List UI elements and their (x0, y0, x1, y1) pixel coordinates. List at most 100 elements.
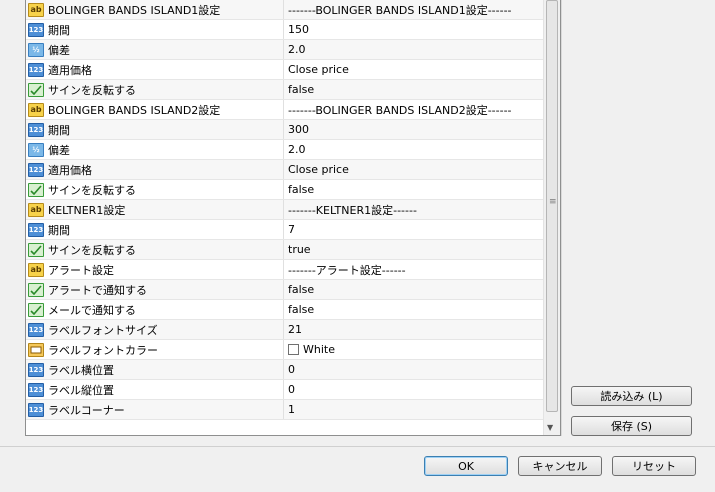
parameter-value-cell[interactable]: true (284, 240, 544, 259)
parameter-value-cell[interactable]: false (284, 80, 544, 99)
parameter-row[interactable]: 123 ラベルフォントサイズ 21 (26, 320, 544, 340)
parameter-value[interactable]: false (288, 183, 314, 196)
parameter-name: ラベルフォントサイズ (48, 323, 158, 337)
parameter-value[interactable]: 21 (288, 323, 302, 336)
parameter-row[interactable]: 123 ラベル横位置 0 (26, 360, 544, 380)
parameter-name-cell: ab KELTNER1設定 (26, 200, 284, 219)
parameter-value[interactable]: 2.0 (288, 143, 306, 156)
parameter-row[interactable]: アラートで通知する false (26, 280, 544, 300)
parameter-value[interactable]: false (288, 83, 314, 96)
cancel-button[interactable]: キャンセル (518, 456, 602, 476)
parameter-value[interactable]: 7 (288, 223, 295, 236)
string-type-icon: ab (28, 102, 44, 117)
integer-type-icon: 123 (28, 62, 44, 77)
parameter-value[interactable]: 2.0 (288, 43, 306, 56)
parameter-value-cell[interactable]: White (284, 340, 544, 359)
parameter-row[interactable]: ½ 偏差 2.0 (26, 140, 544, 160)
boolean-type-icon (28, 282, 44, 297)
parameter-name: 期間 (48, 223, 70, 237)
parameter-value[interactable]: 300 (288, 123, 309, 136)
parameter-row[interactable]: サインを反転する false (26, 180, 544, 200)
parameter-value-cell[interactable]: 300 (284, 120, 544, 139)
parameter-name: アラート設定 (48, 263, 114, 277)
parameter-value[interactable]: Close price (288, 63, 349, 76)
parameter-value[interactable]: true (288, 243, 311, 256)
string-type-icon: ab (28, 262, 44, 277)
parameter-value[interactable]: -------BOLINGER BANDS ISLAND1設定------ (288, 2, 512, 18)
parameter-value-cell[interactable]: false (284, 280, 544, 299)
side-panel: 読み込み (L) 保存 (S) (566, 0, 709, 446)
double-type-icon: ½ (28, 42, 44, 57)
parameter-value[interactable]: 150 (288, 23, 309, 36)
save-button[interactable]: 保存 (S) (571, 416, 692, 436)
parameter-row[interactable]: 123 適用価格 Close price (26, 60, 544, 80)
parameter-value[interactable]: 0 (288, 363, 295, 376)
scrollbar-thumb[interactable]: ≡ (546, 0, 558, 412)
parameter-row[interactable]: 123 ラベルコーナー 1 (26, 400, 544, 420)
parameter-value-cell[interactable]: Close price (284, 160, 544, 179)
parameter-value-cell[interactable]: false (284, 180, 544, 199)
parameter-row[interactable]: メールで通知する false (26, 300, 544, 320)
load-button[interactable]: 読み込み (L) (571, 386, 692, 406)
parameter-value[interactable]: -------BOLINGER BANDS ISLAND2設定------ (288, 102, 512, 118)
ok-button[interactable]: OK (424, 456, 508, 476)
parameter-name-cell: アラートで通知する (26, 280, 284, 299)
parameter-name: KELTNER1設定 (48, 203, 126, 217)
parameter-value-cell[interactable]: 7 (284, 220, 544, 239)
parameter-row[interactable]: ab BOLINGER BANDS ISLAND1設定 -------BOLINGE… (26, 0, 544, 20)
parameter-value[interactable]: Close price (288, 163, 349, 176)
color-swatch[interactable] (288, 344, 299, 355)
parameter-name: ラベルフォントカラー (48, 343, 158, 357)
parameter-name-cell: ab BOLINGER BANDS ISLAND1設定 (26, 0, 284, 19)
parameter-value[interactable]: -------KELTNER1設定------ (288, 202, 417, 218)
parameter-value-cell[interactable]: -------アラート設定------ (284, 260, 544, 279)
boolean-type-icon (28, 182, 44, 197)
vertical-scrollbar[interactable]: ≡ ▼ (543, 0, 560, 435)
parameter-value[interactable]: -------アラート設定------ (288, 262, 406, 278)
parameter-value[interactable]: 1 (288, 403, 295, 416)
parameter-name: 偏差 (48, 143, 70, 157)
string-type-icon: ab (28, 202, 44, 217)
parameter-value[interactable]: false (288, 303, 314, 316)
parameter-value-cell[interactable]: 2.0 (284, 140, 544, 159)
parameter-row[interactable]: 123 ラベル縦位置 0 (26, 380, 544, 400)
parameter-value-cell[interactable]: 21 (284, 320, 544, 339)
parameter-name-cell: 123 ラベル横位置 (26, 360, 284, 379)
parameter-row[interactable]: ab BOLINGER BANDS ISLAND2設定 -------BOLINGE… (26, 100, 544, 120)
parameter-value[interactable]: 0 (288, 383, 295, 396)
parameter-row[interactable]: サインを反転する true (26, 240, 544, 260)
parameter-row[interactable]: ラベルフォントカラー White (26, 340, 544, 360)
string-type-icon: ab (28, 2, 44, 17)
parameter-value[interactable]: false (288, 283, 314, 296)
parameter-value-cell[interactable]: Close price (284, 60, 544, 79)
parameter-value-cell[interactable]: 0 (284, 360, 544, 379)
parameters-grid: ab BOLINGER BANDS ISLAND1設定 -------BOLINGE… (25, 0, 561, 436)
parameter-row[interactable]: 123 期間 150 (26, 20, 544, 40)
parameters-rows: ab BOLINGER BANDS ISLAND1設定 -------BOLINGE… (26, 0, 544, 420)
parameter-row[interactable]: 123 期間 7 (26, 220, 544, 240)
parameter-name: ラベル縦位置 (48, 383, 114, 397)
parameter-name: サインを反転する (48, 243, 136, 257)
parameter-row[interactable]: 123 適用価格 Close price (26, 160, 544, 180)
scrollbar-grip-icon: ≡ (549, 197, 557, 207)
parameter-name: サインを反転する (48, 83, 136, 97)
parameter-name-cell: 123 ラベルフォントサイズ (26, 320, 284, 339)
reset-button[interactable]: リセット (612, 456, 696, 476)
parameter-value-cell[interactable]: -------BOLINGER BANDS ISLAND1設定------ (284, 0, 544, 19)
parameter-value-cell[interactable]: false (284, 300, 544, 319)
parameter-row[interactable]: ½ 偏差 2.0 (26, 40, 544, 60)
parameter-row[interactable]: サインを反転する false (26, 80, 544, 100)
integer-type-icon: 123 (28, 162, 44, 177)
parameter-row[interactable]: ab KELTNER1設定 -------KELTNER1設定------ (26, 200, 544, 220)
parameter-value-cell[interactable]: 150 (284, 20, 544, 39)
parameter-value[interactable]: White (303, 343, 335, 356)
parameter-value-cell[interactable]: 0 (284, 380, 544, 399)
parameter-row[interactable]: ab アラート設定 -------アラート設定------ (26, 260, 544, 280)
parameter-value-cell[interactable]: -------KELTNER1設定------ (284, 200, 544, 219)
parameter-value-cell[interactable]: 1 (284, 400, 544, 419)
parameter-value-cell[interactable]: -------BOLINGER BANDS ISLAND2設定------ (284, 100, 544, 119)
boolean-type-icon (28, 82, 44, 97)
parameter-row[interactable]: 123 期間 300 (26, 120, 544, 140)
parameter-value-cell[interactable]: 2.0 (284, 40, 544, 59)
scroll-down-arrow-icon[interactable]: ▼ (547, 423, 553, 432)
